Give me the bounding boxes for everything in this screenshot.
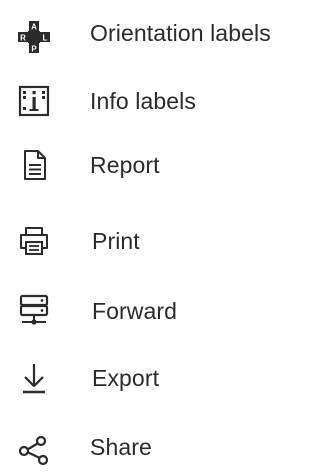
menu-item-print[interactable]: Print — [0, 213, 320, 269]
orientation-letter-p: P — [31, 45, 37, 54]
menu-item-label: Report — [90, 152, 160, 178]
menu-item-info-labels[interactable]: Info labels — [0, 73, 320, 129]
orientation-letter-r: R — [20, 34, 26, 43]
orientation-letter-a: A — [31, 23, 37, 32]
orientation-labels-icon: A R L P — [14, 13, 54, 53]
orientation-letter-l: L — [43, 34, 48, 43]
info-labels-icon — [14, 81, 54, 121]
menu-item-label: Export — [92, 365, 160, 391]
menu-item-forward[interactable]: Forward — [0, 283, 320, 339]
menu-item-share[interactable]: Share — [0, 419, 320, 475]
action-menu: A R L P Orientation labels Info labels R… — [0, 0, 320, 466]
download-icon — [14, 358, 54, 398]
menu-item-label: Share — [90, 434, 152, 460]
menu-item-label: Forward — [92, 298, 178, 324]
menu-item-label: Info labels — [90, 88, 196, 114]
menu-item-orientation-labels[interactable]: A R L P Orientation labels — [0, 5, 320, 61]
report-icon — [14, 145, 54, 185]
printer-icon — [14, 221, 54, 261]
menu-item-label: Print — [92, 228, 140, 254]
share-icon — [14, 427, 54, 467]
menu-item-export[interactable]: Export — [0, 350, 320, 406]
server-forward-icon — [14, 291, 54, 331]
menu-item-report[interactable]: Report — [0, 137, 320, 193]
menu-item-label: Orientation labels — [90, 20, 271, 46]
